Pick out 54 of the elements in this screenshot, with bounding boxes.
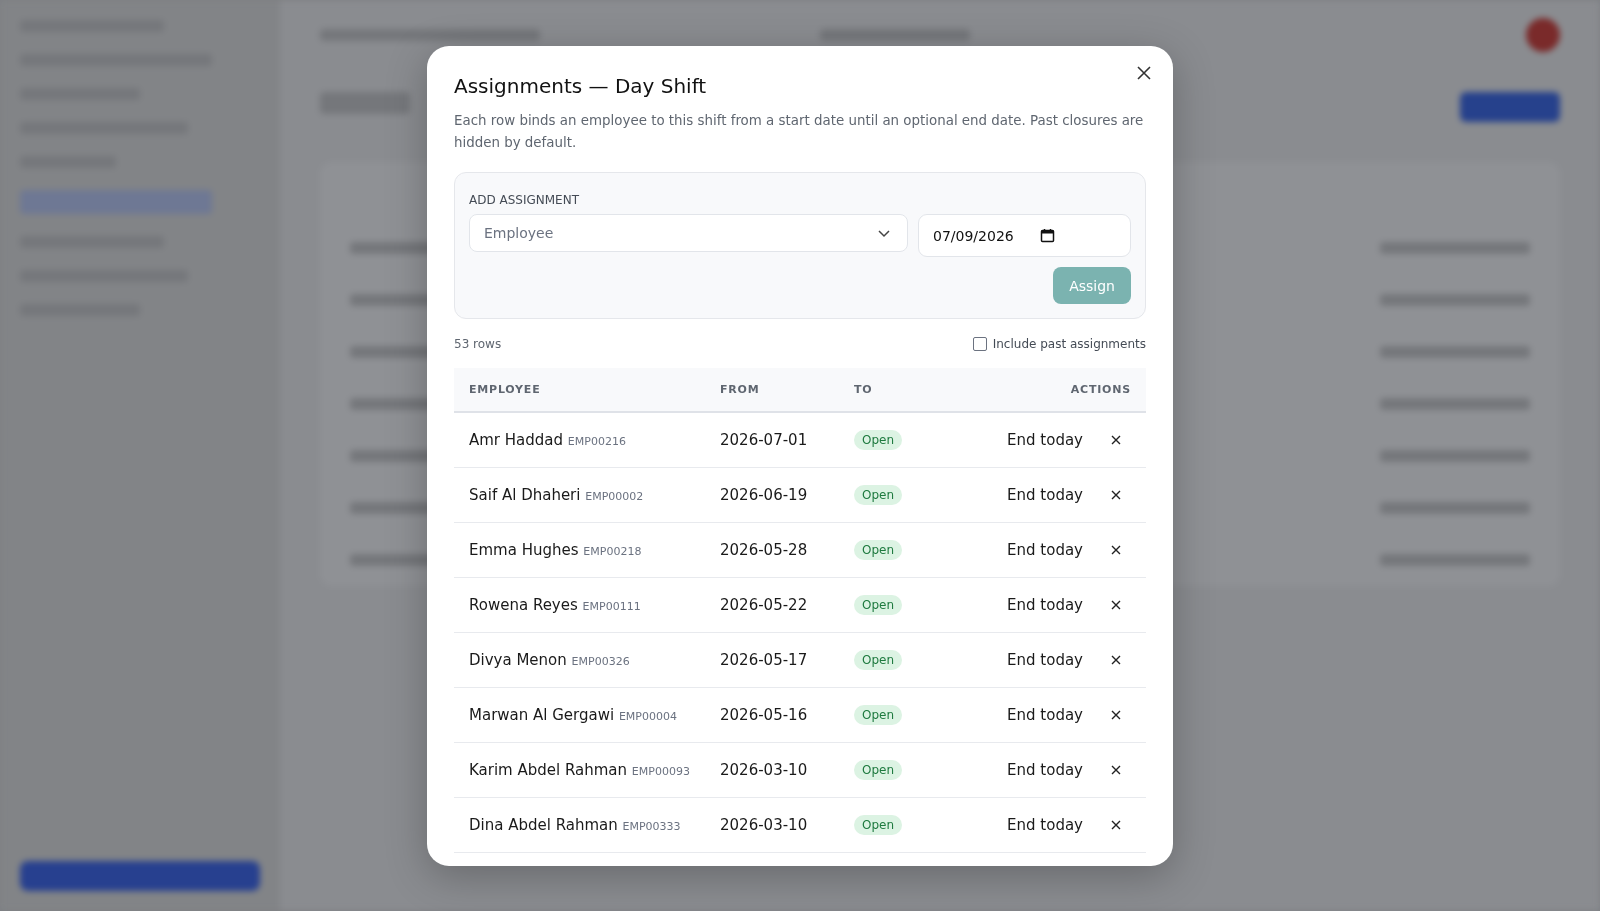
open-badge: Open [854, 430, 903, 450]
remove-icon[interactable] [1111, 545, 1121, 555]
close-icon[interactable] [1137, 66, 1151, 80]
end-today-button[interactable]: End today [1007, 541, 1083, 559]
open-badge: Open [854, 705, 903, 725]
end-today-button[interactable]: End today [1007, 651, 1083, 669]
remove-icon[interactable] [1111, 820, 1121, 830]
row-count: 53 rows [454, 337, 502, 351]
from-date-cell-text: 2026-05-17 [720, 651, 809, 669]
from-date-cell-text: 2026-05-16 [720, 706, 809, 724]
section-heading: ADD ASSIGNMENT [469, 193, 579, 207]
column-header: EMPLOYEE [468, 383, 542, 396]
employee-cell-text: Rowena Reyes EMP00111 [468, 596, 642, 614]
employee-cell-text: Saif Al Dhaheri EMP00002 [468, 486, 645, 504]
chevron-down-icon [877, 228, 891, 238]
from-date-cell-text: 2026-05-22 [720, 596, 809, 614]
end-today-button[interactable]: End today [1007, 431, 1083, 449]
column-header: ACTIONS [1069, 383, 1132, 396]
open-badge: Open [854, 815, 903, 835]
open-badge: Open [854, 540, 903, 560]
employee-cell-text: Emma Hughes EMP00218 [468, 541, 643, 559]
employee-cell-text: Amr Haddad EMP00216 [468, 431, 627, 449]
remove-icon[interactable] [1111, 435, 1121, 445]
dialog-title: Assignments — Day Shift [454, 74, 708, 98]
employee-cell-text: Marwan Al Gergawi EMP00004 [468, 706, 678, 724]
employee-select[interactable]: Employee [469, 214, 908, 252]
remove-icon[interactable] [1111, 490, 1121, 500]
start-date-field[interactable]: 07/09/2026 [918, 214, 1131, 257]
from-date-cell-text: 2026-03-10 [720, 761, 809, 779]
end-today-button[interactable]: End today [1007, 706, 1083, 724]
end-today-button[interactable]: End today [1007, 486, 1083, 504]
remove-icon[interactable] [1111, 710, 1121, 720]
end-today-button[interactable]: End today [1007, 596, 1083, 614]
open-badge: Open [854, 595, 903, 615]
remove-icon[interactable] [1111, 655, 1121, 665]
employee-cell-text: Dina Abdel Rahman EMP00333 [468, 816, 682, 834]
end-today-button[interactable]: End today [1007, 816, 1083, 834]
employee-cell-text: Karim Abdel Rahman EMP00093 [468, 761, 691, 779]
end-today-button[interactable]: End today [1007, 761, 1083, 779]
from-date-cell-text: 2026-06-19 [720, 486, 809, 504]
include-past-checkbox[interactable]: Include past assignments [972, 337, 1146, 351]
open-badge: Open [854, 650, 903, 670]
remove-icon[interactable] [1111, 765, 1121, 775]
column-header: TO [854, 383, 874, 396]
open-badge: Open [854, 760, 903, 780]
from-date-cell-text: 2026-05-28 [720, 541, 809, 559]
column-header: FROM [720, 383, 761, 396]
dialog-description: Each row binds an employee to this shift from a start date until an optional end date. Past closures are hidden by default. [454, 112, 1145, 152]
from-date-cell-text: 2026-07-01 [720, 431, 809, 449]
remove-icon[interactable] [1111, 600, 1121, 610]
from-date-cell-text: 2026-03-10 [720, 816, 809, 834]
employee-cell-text: Divya Menon EMP00326 [468, 651, 631, 669]
open-badge: Open [854, 485, 903, 505]
calendar-icon[interactable] [1039, 228, 1055, 243]
